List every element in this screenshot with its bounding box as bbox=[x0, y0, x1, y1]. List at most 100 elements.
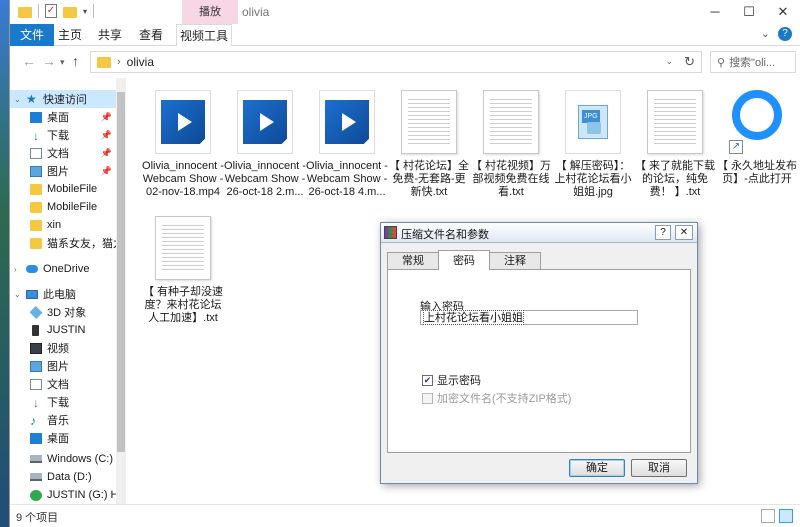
tab-comment[interactable]: 注释 bbox=[489, 252, 541, 270]
back-arrow-icon[interactable]: ← bbox=[22, 53, 36, 69]
address-bar[interactable]: › olivia ⌄ ↻ bbox=[90, 51, 702, 73]
breadcrumb-chevron-icon[interactable]: › bbox=[117, 56, 121, 68]
help-icon[interactable]: ? bbox=[778, 27, 792, 41]
cancel-button[interactable]: 取消 bbox=[631, 459, 687, 477]
file-name: 【 村花论坛】全免费-无套路-更新快.txt bbox=[388, 160, 470, 198]
sidebar-item-pc-downloads[interactable]: ↓ 下载 bbox=[10, 393, 116, 411]
file-tile[interactable]: ↗ 【 永久地址发布页】-点此打开 bbox=[716, 82, 798, 186]
file-tile[interactable]: 【 有种子却没速度？来村花论坛人工加速】.txt bbox=[142, 208, 224, 325]
scrollbar-thumb[interactable] bbox=[117, 92, 125, 452]
sidebar-item-3d-objects[interactable]: 3D 对象 bbox=[10, 303, 116, 321]
expand-chevron-icon[interactable]: › bbox=[14, 265, 22, 274]
sidebar-item-downloads[interactable]: ↓ 下载 📌 bbox=[10, 126, 116, 144]
search-icon: ⚲ bbox=[717, 56, 726, 69]
video-tools-header: 播放 bbox=[182, 0, 238, 24]
show-password-row[interactable]: ✔ 显示密码 bbox=[422, 372, 481, 388]
customize-toolbar-icon[interactable]: ▾ bbox=[83, 7, 87, 16]
file-tile[interactable]: 【 村花论坛】全免费-无套路-更新快.txt bbox=[388, 82, 470, 199]
breadcrumb-current[interactable]: olivia bbox=[127, 55, 154, 69]
expand-chevron-icon[interactable]: ⌄ bbox=[14, 290, 22, 299]
text-file-icon bbox=[155, 216, 211, 280]
download-arrow-icon: ↓ bbox=[33, 395, 39, 410]
sidebar-item-desktop[interactable]: 桌面 📌 bbox=[10, 108, 116, 126]
pin-icon[interactable]: 📌 bbox=[101, 130, 112, 141]
tab-file[interactable]: 文件 bbox=[10, 24, 54, 46]
maximize-button[interactable]: ☐ bbox=[732, 0, 766, 24]
properties-icon[interactable]: ✓ bbox=[45, 4, 57, 18]
dialog-close-button[interactable]: ✕ bbox=[675, 225, 693, 240]
details-view-icon[interactable] bbox=[761, 509, 775, 523]
sidebar-item-label: JUSTIN (G:) Hi$ bbox=[47, 489, 116, 501]
password-field[interactable]: 上村花论坛看小姐姐 bbox=[420, 310, 638, 325]
large-icons-view-icon[interactable] bbox=[779, 509, 793, 523]
computer-icon bbox=[26, 289, 38, 299]
address-dropdown-icon[interactable]: ⌄ bbox=[665, 56, 673, 67]
tab-view[interactable]: 查看 bbox=[139, 24, 163, 46]
encrypt-names-checkbox[interactable] bbox=[422, 392, 433, 404]
sidebar-item-drive-c[interactable]: Windows (C:) bbox=[10, 450, 116, 468]
sidebar-item-quick-access[interactable]: ⌄ ★ 快速访问 bbox=[10, 90, 116, 108]
expand-ribbon-icon[interactable]: ⌄ bbox=[761, 27, 770, 41]
file-tile[interactable]: 【 村花视频】万部视频免费在线看.txt bbox=[470, 82, 552, 199]
sidebar-item-label: 桌面 bbox=[47, 433, 69, 445]
sidebar-item-documents[interactable]: 文档 📌 bbox=[10, 144, 116, 162]
forward-arrow-icon[interactable]: → bbox=[42, 53, 56, 69]
file-tile[interactable]: Olivia_innocent - Webcam Show - 26-oct-1… bbox=[306, 82, 388, 199]
dialog-tabs: 常规 密码 注释 bbox=[387, 250, 541, 270]
tab-password[interactable]: 密码 bbox=[438, 250, 490, 270]
sidebar-item-pc-documents[interactable]: 文档 bbox=[10, 375, 116, 393]
file-tile[interactable]: Olivia_innocent - Webcam Show - 26-oct-1… bbox=[224, 82, 306, 199]
file-name: 【 村花视频】万部视频免费在线看.txt bbox=[470, 160, 552, 198]
close-button[interactable]: ✕ bbox=[766, 0, 800, 24]
file-tile[interactable]: Olivia_innocent - Webcam Show - 02-nov-1… bbox=[142, 82, 224, 199]
sidebar-item-cat-folder[interactable]: 猫系女友，猫九 bbox=[10, 234, 116, 252]
sidebar-item-videos[interactable]: 视频 bbox=[10, 339, 116, 357]
sidebar-item-onedrive[interactable]: › OneDrive bbox=[10, 260, 116, 278]
sidebar-item-xin[interactable]: xin bbox=[10, 216, 116, 234]
encrypt-names-row[interactable]: 加密文件名(不支持ZIP格式) bbox=[422, 390, 571, 406]
phone-icon bbox=[32, 324, 39, 336]
sidebar-item-pictures[interactable]: 图片 📌 bbox=[10, 162, 116, 180]
expand-chevron-icon[interactable]: ⌄ bbox=[14, 95, 22, 104]
up-arrow-icon[interactable]: ↑ bbox=[72, 53, 79, 69]
tab-general[interactable]: 常规 bbox=[387, 252, 439, 270]
navigation-scrollbar[interactable] bbox=[116, 78, 126, 504]
window-title: olivia bbox=[242, 5, 270, 19]
text-file-icon bbox=[401, 90, 457, 154]
archive-dialog: 压缩文件名和参数 ? ✕ 常规 密码 注释 输入密码 上村花论坛看小姐姐 ✔ 显… bbox=[380, 222, 698, 484]
sidebar-item-drive-g[interactable]: JUSTIN (G:) Hi$ bbox=[10, 486, 116, 504]
sidebar-item-mobilefile-2[interactable]: MobileFile bbox=[10, 198, 116, 216]
tab-share[interactable]: 共享 bbox=[98, 24, 122, 46]
pin-icon[interactable]: 📌 bbox=[101, 148, 112, 159]
desktop-icon bbox=[30, 432, 42, 444]
dialog-title-bar[interactable]: 压缩文件名和参数 ? ✕ bbox=[381, 223, 697, 243]
file-name: Olivia_innocent - Webcam Show - 02-nov-1… bbox=[142, 160, 224, 198]
ok-button[interactable]: 确定 bbox=[569, 459, 625, 477]
ribbon-right-controls: ⌄ ? bbox=[761, 27, 792, 41]
sidebar-item-label: 下载 bbox=[47, 397, 69, 409]
sidebar-item-pc-pictures[interactable]: 图片 bbox=[10, 357, 116, 375]
sidebar-item-mobilefile-1[interactable]: MobileFile bbox=[10, 180, 116, 198]
pin-icon[interactable]: 📌 bbox=[101, 166, 112, 177]
sidebar-item-drive-d[interactable]: Data (D:) bbox=[10, 468, 116, 486]
sidebar-item-this-pc[interactable]: ⌄ 此电脑 bbox=[10, 285, 116, 303]
new-folder-icon[interactable] bbox=[63, 6, 77, 18]
download-arrow-icon: ↓ bbox=[33, 128, 39, 143]
file-tile[interactable]: JPG 【 解压密码】：上村花论坛看小姐姐.jpg bbox=[552, 82, 634, 199]
sidebar-item-pc-desktop[interactable]: 桌面 bbox=[10, 429, 116, 447]
pin-icon[interactable]: 📌 bbox=[101, 112, 112, 123]
dialog-help-button[interactable]: ? bbox=[655, 225, 671, 240]
video-icon bbox=[30, 342, 42, 354]
refresh-icon[interactable]: ↻ bbox=[684, 54, 695, 70]
show-password-checkbox[interactable]: ✔ bbox=[422, 374, 433, 386]
minimize-button[interactable]: ─ bbox=[698, 0, 732, 24]
winrar-icon bbox=[384, 226, 397, 239]
tab-home[interactable]: 主页 bbox=[58, 24, 82, 46]
tab-video-tools[interactable]: 视频工具 bbox=[176, 24, 232, 46]
drive-icon bbox=[30, 473, 42, 481]
sidebar-item-justin-device[interactable]: JUSTIN bbox=[10, 321, 116, 339]
file-tile[interactable]: 【 来了就能下载的论坛，纯免费！ 】.txt bbox=[634, 82, 716, 199]
sidebar-item-music[interactable]: ♪ 音乐 bbox=[10, 411, 116, 429]
recent-locations-chevron-icon[interactable]: ▾ bbox=[60, 57, 65, 68]
search-input[interactable]: ⚲ 搜索"oli... bbox=[710, 51, 796, 73]
